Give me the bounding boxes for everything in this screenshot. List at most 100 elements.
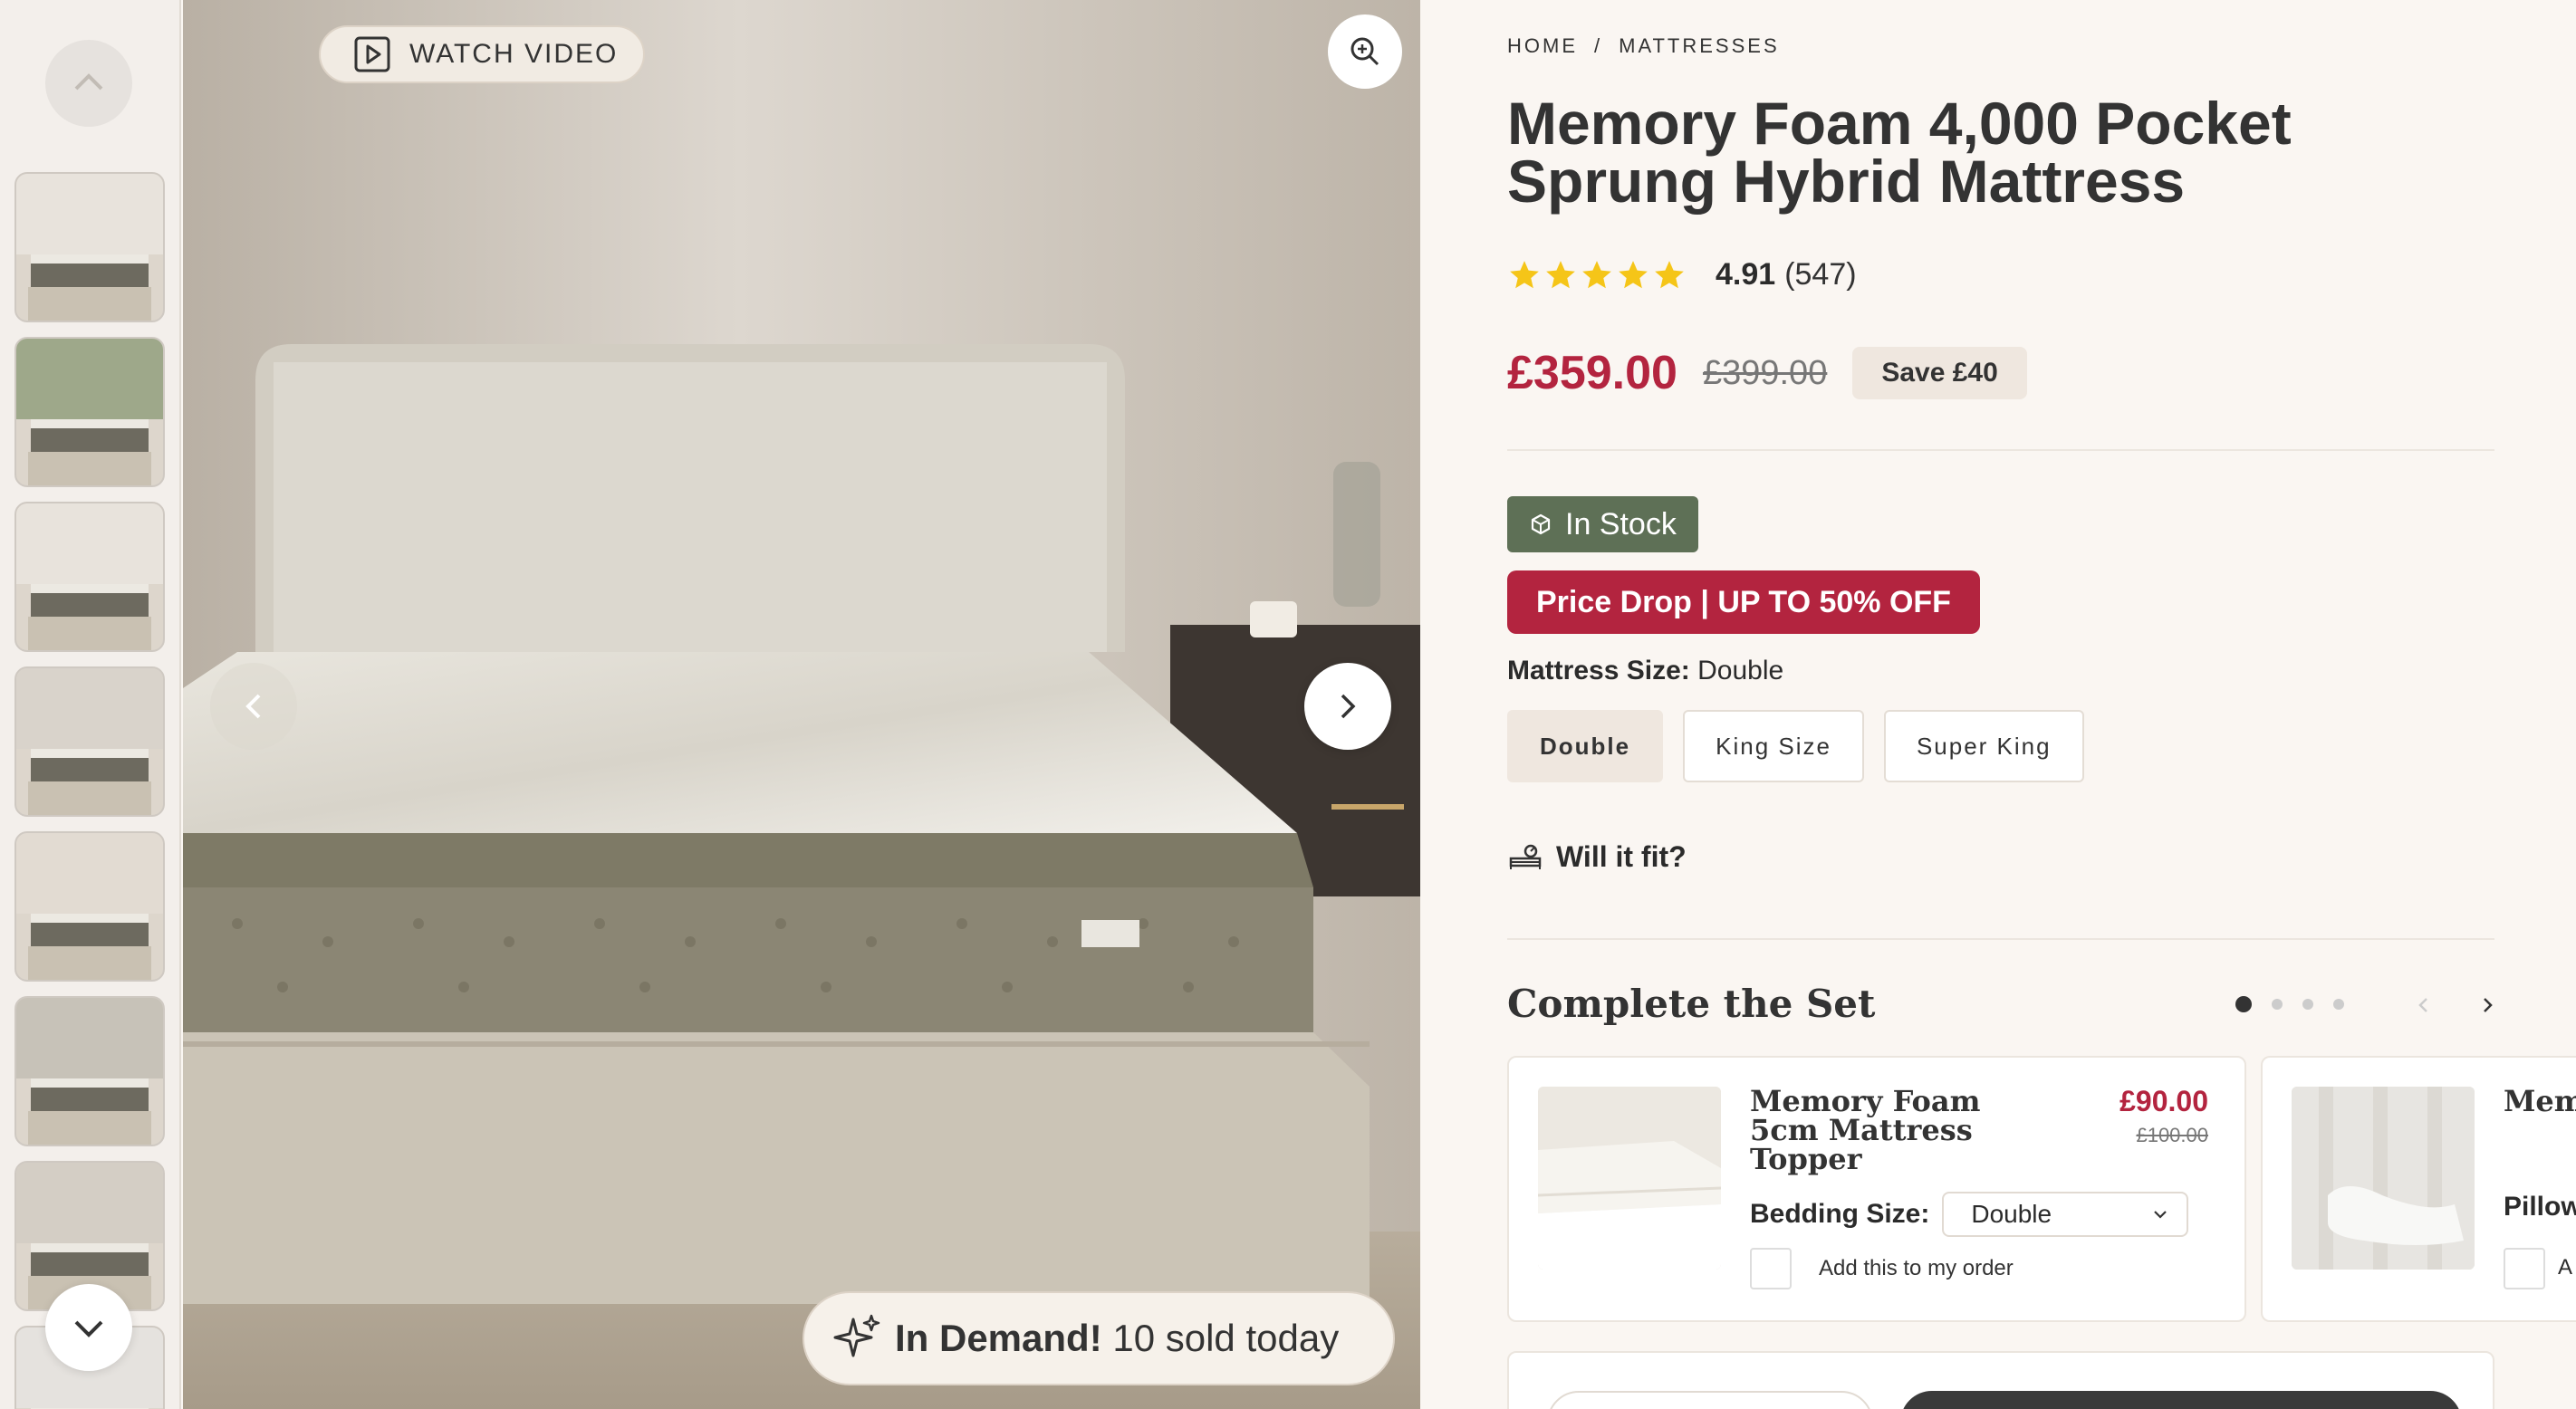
- thumbnail-4[interactable]: [14, 666, 165, 817]
- add-to-order-checkbox[interactable]: [2504, 1248, 2545, 1289]
- set-prev-button[interactable]: [2408, 989, 2440, 1021]
- star-icon: [1655, 260, 1684, 288]
- will-it-fit-link[interactable]: Will it fit?: [1507, 840, 1687, 874]
- divider: [1507, 449, 2494, 451]
- pagination-dot[interactable]: [2302, 999, 2313, 1010]
- bed-measure-icon: [1509, 844, 1542, 869]
- thumbnail-2[interactable]: [14, 337, 165, 487]
- divider: [1507, 938, 2494, 940]
- purchase-bar: [1507, 1351, 2494, 1409]
- set-product-card: Memo Conto Pillow A: [2261, 1056, 2576, 1322]
- thumbnail-5[interactable]: [14, 831, 165, 982]
- quantity-stepper[interactable]: [1547, 1391, 1873, 1409]
- rail-scroll-down-button[interactable]: [45, 1284, 132, 1371]
- thumbnail-bed: [31, 749, 149, 781]
- chevron-right-icon: [1341, 694, 1356, 719]
- thumbnail-wall: [16, 998, 163, 1079]
- complete-the-set-title: Complete the Set: [1507, 982, 1876, 1026]
- thumbnail-bed: [31, 419, 149, 452]
- zoom-button[interactable]: [1328, 14, 1402, 89]
- add-to-order-checkbox[interactable]: [1750, 1248, 1792, 1289]
- size-option-double[interactable]: Double: [1507, 710, 1664, 782]
- chevron-left-icon: [245, 694, 261, 719]
- save-badge: Save £40: [1852, 347, 2027, 399]
- topper-photo: [1538, 1087, 1721, 1270]
- rating-summary[interactable]: 4.91 (547): [1507, 257, 1857, 292]
- rail-scroll-up-button[interactable]: [45, 40, 132, 127]
- zoom-icon: [1350, 37, 1379, 66]
- thumbnail-base: [27, 945, 152, 980]
- pillow-image[interactable]: [2292, 1087, 2475, 1270]
- thumbnail-bed: [31, 1243, 149, 1276]
- chevron-left-icon: [2418, 998, 2427, 1012]
- promo-banner: Price Drop | UP TO 50% OFF: [1507, 570, 1980, 634]
- set-product-name[interactable]: Memo Conto: [2504, 1087, 2576, 1116]
- thumbnail-rail: [0, 0, 181, 1409]
- image-next-button[interactable]: [1304, 663, 1391, 750]
- sold-today-text: 10 sold today: [1101, 1317, 1340, 1359]
- breadcrumb-separator: /: [1594, 34, 1603, 57]
- size-selected-value: Double: [1697, 656, 1784, 685]
- star-icon: [1546, 260, 1575, 288]
- size-options: Double King Size Super King: [1507, 710, 2084, 782]
- size-option-super-king[interactable]: Super King: [1883, 710, 2084, 782]
- review-count[interactable]: (547): [1784, 257, 1856, 292]
- watch-video-button[interactable]: WATCH VIDEO: [319, 25, 645, 83]
- watch-video-label: WATCH VIDEO: [409, 39, 619, 69]
- product-details-panel: HOME / MATTRESSES Memory Foam 4,000 Pock…: [1420, 0, 2576, 1409]
- star-icon: [1582, 260, 1611, 288]
- breadcrumb-home[interactable]: HOME: [1507, 34, 1578, 58]
- image-prev-button[interactable]: [210, 663, 297, 750]
- bedding-size-label: Bedding Size:: [1750, 1199, 1930, 1229]
- set-product-price-old: £100.00: [2136, 1124, 2208, 1146]
- carousel-pagination: [2235, 996, 2344, 1012]
- thumbnail-base: [27, 781, 152, 815]
- original-price: £399.00: [1702, 353, 1828, 392]
- current-price: £359.00: [1507, 347, 1677, 399]
- in-demand-label: In Demand!: [895, 1317, 1102, 1359]
- thumbnail-wall: [16, 668, 163, 750]
- topper-image[interactable]: [1538, 1087, 1721, 1270]
- thumbnail-wall: [16, 833, 163, 915]
- pagination-dot[interactable]: [2272, 999, 2283, 1010]
- chevron-up-icon: [74, 73, 103, 91]
- bedroom-scene: [183, 0, 1420, 1409]
- thumbnail-bed: [31, 1078, 149, 1111]
- chevron-down-icon: [74, 1320, 103, 1337]
- thumbnail-base: [27, 616, 152, 650]
- pagination-dot[interactable]: [2235, 996, 2252, 1012]
- star-icon: [1619, 260, 1648, 288]
- thumbnail-6[interactable]: [14, 996, 165, 1146]
- bedding-size-row: Bedding Size: Double: [1750, 1192, 2189, 1237]
- thumbnail-bed: [31, 914, 149, 946]
- set-next-button[interactable]: [2471, 989, 2504, 1021]
- set-product-card: Memory Foam 5cm Mattress Topper £90.00 £…: [1507, 1056, 2246, 1322]
- set-product-price: £90.00 £100.00: [2119, 1085, 2208, 1147]
- thumbnail-bed: [31, 584, 149, 617]
- thumbnail-3[interactable]: [14, 502, 165, 652]
- stock-badge: In Stock: [1507, 496, 1698, 552]
- star-rating: [1507, 258, 1687, 292]
- thumbnail-wall: [16, 1163, 163, 1244]
- box-icon: [1531, 513, 1551, 535]
- chevron-right-icon: [2484, 998, 2493, 1012]
- thumbnail-1[interactable]: [14, 172, 165, 322]
- product-title: Memory Foam 4,000 Pocket Sprung Hybrid M…: [1507, 90, 2292, 215]
- pagination-dot[interactable]: [2333, 999, 2344, 1010]
- stock-label: In Stock: [1565, 506, 1677, 542]
- sparkle-icon: [833, 1314, 880, 1357]
- breadcrumb-mattresses[interactable]: MATTRESSES: [1619, 34, 1780, 58]
- size-label-text: Mattress Size:: [1507, 656, 1690, 685]
- set-product-name[interactable]: Memory Foam 5cm Mattress Topper: [1750, 1087, 2058, 1174]
- add-to-order-label: Add this to my order: [1819, 1256, 2014, 1280]
- add-to-basket-button[interactable]: [1900, 1391, 2462, 1409]
- will-it-fit-label: Will it fit?: [1556, 840, 1687, 873]
- pillow-option-label: Pillow: [2504, 1192, 2576, 1222]
- add-to-order-row: Add this to my order: [1750, 1248, 2014, 1289]
- star-icon: [1510, 260, 1539, 288]
- thumbnail-bed: [31, 254, 149, 287]
- size-option-king-size[interactable]: King Size: [1683, 710, 1864, 782]
- price-block: £359.00 £399.00 Save £40: [1507, 346, 2027, 400]
- product-hero-image[interactable]: WATCH VIDEO In Demand! 10 sold today: [183, 0, 1420, 1409]
- bedding-size-select[interactable]: Double: [1942, 1192, 2189, 1237]
